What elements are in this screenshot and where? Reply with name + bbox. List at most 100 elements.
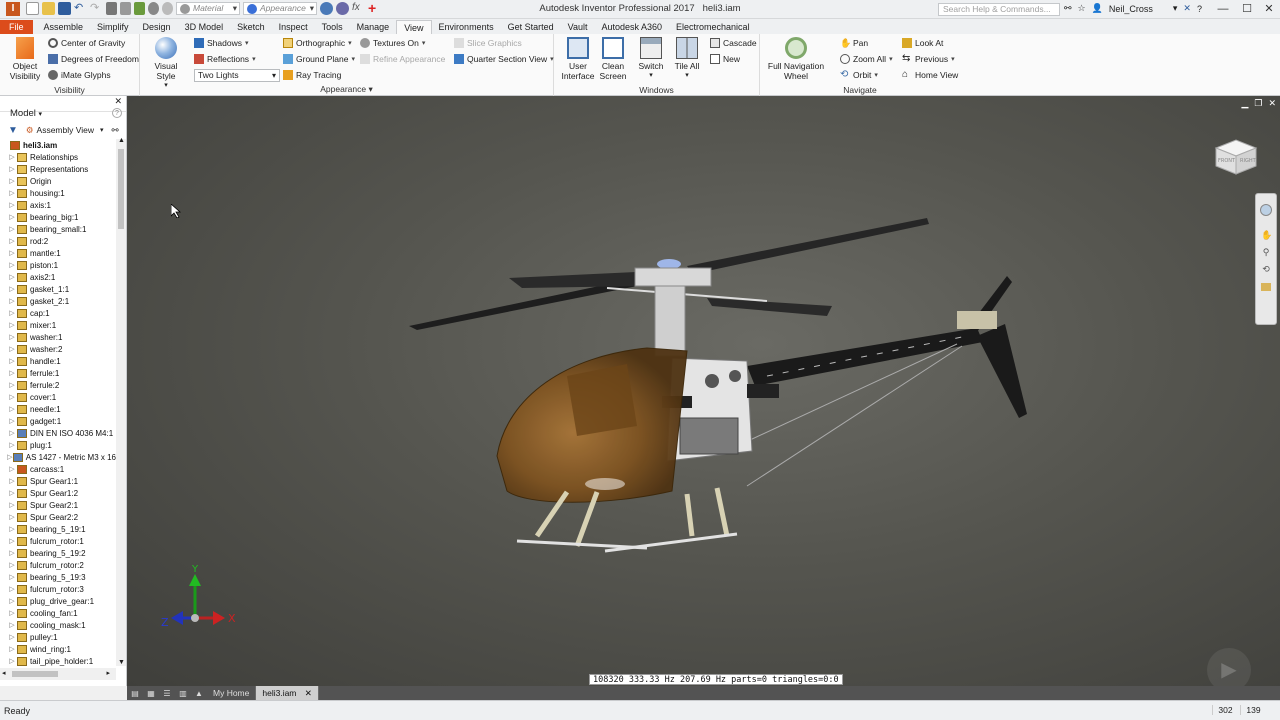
appearance-panel-title[interactable]: Appearance ▾ xyxy=(140,84,553,95)
tree-item[interactable]: ▷ pulley:1 xyxy=(0,631,116,643)
scroll-up-icon[interactable]: ▲ xyxy=(118,137,125,144)
expand-icon[interactable]: ▷ xyxy=(7,333,17,341)
ground-plane-button[interactable]: Ground Plane ▾ xyxy=(283,52,355,66)
expand-icon[interactable]: ▷ xyxy=(7,357,17,365)
degrees-of-freedom-button[interactable]: Degrees of Freedom xyxy=(48,52,139,66)
orbit-button[interactable]: ⟲ Orbit ▾ xyxy=(840,68,878,82)
tree-item[interactable]: ▷ needle:1 xyxy=(0,403,116,415)
full-navigation-wheel-button[interactable]: Full Navigation Wheel xyxy=(764,37,828,81)
tab-menu-icon[interactable]: ▲ xyxy=(191,686,207,700)
tree-item[interactable]: ▷ tail_pipe_holder:1 xyxy=(0,655,116,666)
open-icon[interactable] xyxy=(42,2,55,15)
tab-file[interactable]: File xyxy=(0,20,33,34)
star-icon[interactable]: ☆ xyxy=(1078,3,1086,14)
tree-item[interactable]: ▷ axis2:1 xyxy=(0,271,116,283)
tree-item[interactable]: ▷ bearing_5_19:1 xyxy=(0,523,116,535)
tree-item[interactable]: ▷ bearing_big:1 xyxy=(0,211,116,223)
tree-item[interactable]: ▷ plug_drive_gear:1 xyxy=(0,595,116,607)
new-window-button[interactable]: New xyxy=(710,52,740,66)
expand-icon[interactable]: ▷ xyxy=(7,345,17,353)
tree-item[interactable]: ▷ AS 1427 - Metric M3 x 16 xyxy=(0,451,116,463)
adjust-icon[interactable] xyxy=(336,2,349,15)
find-icon[interactable]: ⚯ xyxy=(112,125,119,136)
quarter-section-view-button[interactable]: Quarter Section View ▾ xyxy=(454,52,554,66)
refine-appearance-button[interactable]: Refine Appearance xyxy=(360,52,445,66)
tree-item[interactable]: ▷ handle:1 xyxy=(0,355,116,367)
expand-icon[interactable]: ▷ xyxy=(7,285,17,293)
material-select[interactable]: Material ▾ xyxy=(176,2,240,15)
home-view-button[interactable]: ⌂ Home View xyxy=(902,68,958,82)
shadows-button[interactable]: Shadows ▾ xyxy=(194,36,248,50)
imate-glyphs-button[interactable]: iMate Glyphs xyxy=(48,68,111,82)
expand-icon[interactable]: ▷ xyxy=(7,261,17,269)
viewcube[interactable]: FRONT RIGHT xyxy=(1212,136,1260,176)
binoculars-icon[interactable]: ⚯ xyxy=(1064,3,1072,14)
zoom-icon[interactable]: ⚲ xyxy=(1261,247,1271,258)
inventor-logo-icon[interactable]: I xyxy=(6,2,20,16)
tree-item[interactable]: ▷ piston:1 xyxy=(0,259,116,271)
expand-icon[interactable]: ▷ xyxy=(7,165,17,173)
expand-icon[interactable]: ▷ xyxy=(7,213,17,221)
tile-stack-icon[interactable]: ☰ xyxy=(159,686,175,700)
tab-tools[interactable]: Tools xyxy=(315,20,350,34)
close-tab-icon[interactable]: ✕ xyxy=(305,688,312,698)
tab-electromechanical[interactable]: Electromechanical xyxy=(669,20,757,34)
tree-item[interactable]: ▷ gasket_2:1 xyxy=(0,295,116,307)
previous-view-button[interactable]: ⇆ Previous ▾ xyxy=(902,52,955,66)
look-at-icon[interactable] xyxy=(1261,283,1271,291)
expand-icon[interactable]: ▷ xyxy=(7,177,17,185)
tree-item[interactable]: ▷ ferrule:1 xyxy=(0,367,116,379)
tree-item[interactable]: ▷ bearing_5_19:3 xyxy=(0,571,116,583)
select-icon[interactable] xyxy=(148,2,159,15)
expand-icon[interactable]: ▷ xyxy=(7,225,17,233)
lighting-select[interactable]: Two Lights xyxy=(194,68,280,82)
close-button[interactable]: ✕ xyxy=(1258,1,1280,17)
tile-vertical-icon[interactable]: ▥ xyxy=(175,686,191,700)
tree-item[interactable]: ▷ mixer:1 xyxy=(0,319,116,331)
fx-icon[interactable]: fx xyxy=(352,2,365,15)
tree-item[interactable]: ▷ cooling_fan:1 xyxy=(0,607,116,619)
hscrollbar-thumb[interactable] xyxy=(12,671,58,677)
tree-item[interactable]: ▷ cover:1 xyxy=(0,391,116,403)
expand-icon[interactable]: ▷ xyxy=(7,429,17,437)
textures-on-button[interactable]: Textures On ▾ xyxy=(360,36,425,50)
expand-icon[interactable]: ▷ xyxy=(7,621,17,629)
switch-button[interactable]: Switch ▾ xyxy=(634,37,668,81)
tree-item[interactable]: ▷ bearing_small:1 xyxy=(0,223,116,235)
maximize-button[interactable]: ☐ xyxy=(1236,1,1258,17)
expand-icon[interactable]: ▷ xyxy=(7,393,17,401)
undo-icon[interactable]: ↶ xyxy=(74,2,87,15)
tree-item[interactable]: ▷ DIN EN ISO 4036 M4:1 xyxy=(0,427,116,439)
tree-item[interactable]: ▷ Spur Gear2:2 xyxy=(0,511,116,523)
tree-item[interactable]: ▷ gasket_1:1 xyxy=(0,283,116,295)
navigation-wheel-icon[interactable] xyxy=(1260,204,1272,216)
tile-all-button[interactable]: Tile All ▾ xyxy=(670,37,704,81)
pan-button[interactable]: ✋ Pan xyxy=(840,36,868,50)
tab-manage[interactable]: Manage xyxy=(350,20,397,34)
expand-icon[interactable]: ▷ xyxy=(7,369,17,377)
tree-item[interactable]: ▷ housing:1 xyxy=(0,187,116,199)
scrollbar-thumb[interactable] xyxy=(118,149,124,229)
tab-design[interactable]: Design xyxy=(136,20,178,34)
expand-icon[interactable]: ▷ xyxy=(7,657,17,665)
orthographic-button[interactable]: Orthographic ▾ xyxy=(283,36,352,50)
tree-item[interactable]: ▷ ferrule:2 xyxy=(0,379,116,391)
tree-item[interactable]: ▷ fulcrum_rotor:2 xyxy=(0,559,116,571)
tree-item[interactable]: ▷ washer:2 xyxy=(0,343,116,355)
look-at-button[interactable]: Look At xyxy=(902,36,943,50)
tree-item[interactable]: ▷ Representations xyxy=(0,163,116,175)
tree-item[interactable]: ▷ mantle:1 xyxy=(0,247,116,259)
tree-item[interactable]: ▷ fulcrum_rotor:3 xyxy=(0,583,116,595)
appearance-select[interactable]: Appearance ▾ xyxy=(243,2,317,15)
expand-icon[interactable]: ▷ xyxy=(7,321,17,329)
tree-item[interactable]: ▷ Spur Gear2:1 xyxy=(0,499,116,511)
home-icon[interactable] xyxy=(106,2,117,15)
object-visibility-button[interactable]: Object Visibility xyxy=(6,37,44,81)
tree-item[interactable]: ▷ carcass:1 xyxy=(0,463,116,475)
expand-icon[interactable]: ▷ xyxy=(7,381,17,389)
tab-assemble[interactable]: Assemble xyxy=(37,20,91,34)
expand-icon[interactable]: ▷ xyxy=(7,249,17,257)
center-of-gravity-button[interactable]: Center of Gravity xyxy=(48,36,125,50)
expand-icon[interactable]: ▷ xyxy=(7,189,17,197)
tree-item[interactable]: ▷ plug:1 xyxy=(0,439,116,451)
